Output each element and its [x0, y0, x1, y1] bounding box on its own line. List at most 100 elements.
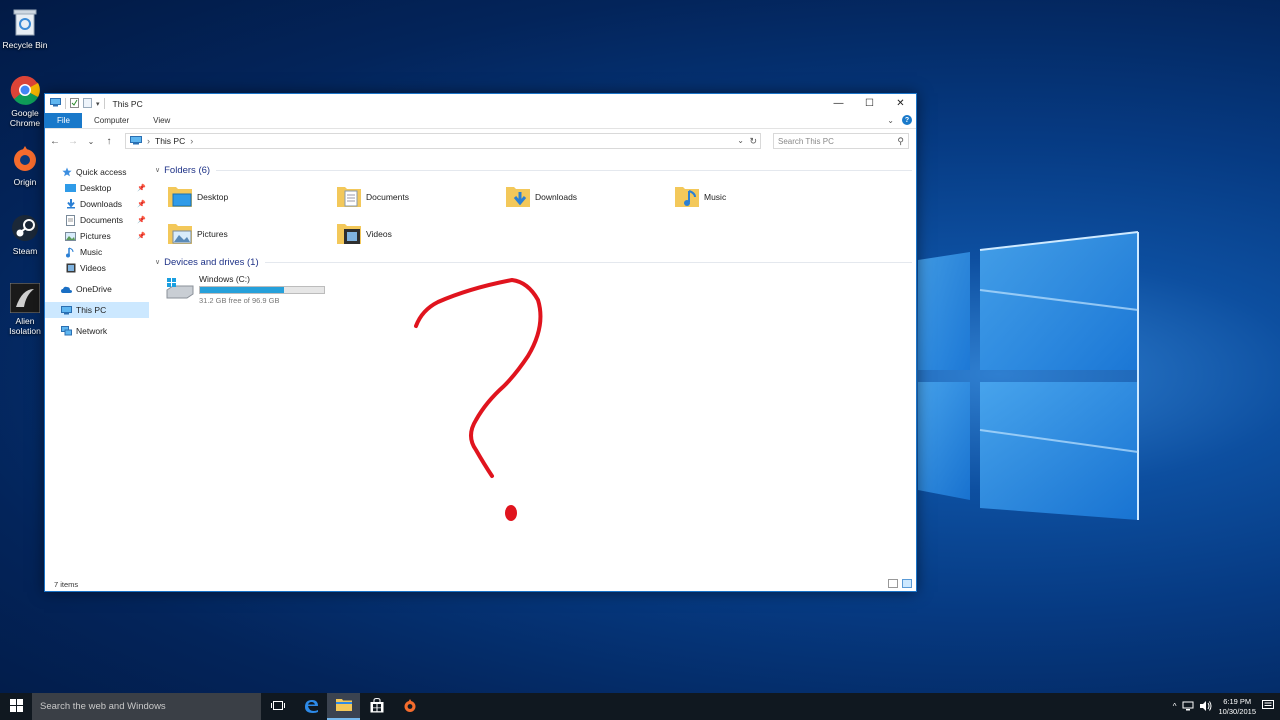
music-icon	[65, 247, 76, 258]
desktop-icon-label: Alien Isolation	[9, 316, 41, 336]
desktop-icon-recycle-bin[interactable]: Recycle Bin	[2, 6, 48, 50]
pin-icon: 📌	[137, 217, 146, 224]
star-icon	[61, 167, 72, 178]
show-hidden-icons-button[interactable]: ^	[1173, 702, 1177, 711]
expand-ribbon-icon[interactable]: ⌄	[887, 116, 894, 125]
music-folder-icon	[674, 183, 700, 211]
forward-button[interactable]: →	[67, 136, 79, 147]
wallpaper-windows-logo	[918, 231, 1139, 520]
sidebar-item-music[interactable]: Music	[45, 244, 149, 260]
maximize-button[interactable]: ☐	[854, 94, 885, 113]
taskbar: Search the web and Windows ^ 6:19 PM 10/…	[0, 693, 1280, 720]
taskbar-search-input[interactable]: Search the web and Windows	[32, 693, 261, 720]
folder-label: Documents	[366, 191, 409, 202]
up-button[interactable]: ↑	[103, 136, 115, 147]
nav-label: Quick access	[76, 167, 127, 177]
breadcrumb-separator[interactable]: ›	[147, 136, 150, 146]
sidebar-item-this-pc[interactable]: This PC	[45, 302, 149, 318]
drive-usage-bar	[199, 286, 325, 294]
chrome-icon	[9, 74, 41, 106]
folders-group-header[interactable]: ∨ Folders (6)	[155, 162, 916, 178]
folder-pictures[interactable]: Pictures	[167, 215, 336, 252]
properties-icon[interactable]	[70, 97, 79, 110]
edge-icon	[303, 698, 319, 716]
new-folder-icon[interactable]	[83, 97, 92, 110]
hard-drive-icon	[165, 274, 195, 302]
desktop-icon-label: Origin	[13, 177, 37, 187]
network-icon[interactable]	[1182, 701, 1194, 713]
file-explorer-window: ▾ This PC — ☐ ✕ File Computer View ⌄ ? ←…	[44, 93, 917, 592]
tab-view[interactable]: View	[141, 113, 182, 128]
folder-grid: Desktop Documents Downloads Music Pictur…	[155, 178, 916, 252]
title-bar[interactable]: ▾ This PC — ☐ ✕	[45, 94, 916, 113]
downloads-folder-icon	[505, 183, 531, 211]
tab-computer[interactable]: Computer	[82, 113, 141, 128]
customize-toolbar-icon[interactable]: ▾	[96, 100, 100, 108]
pictures-icon	[65, 231, 76, 242]
nav-label: Documents	[80, 215, 123, 225]
desktop-icon-label: Google Chrome	[9, 108, 41, 128]
desktop-icon-chrome[interactable]: Google Chrome	[2, 74, 48, 128]
breadcrumb-separator[interactable]: ›	[190, 136, 193, 146]
back-button[interactable]: ←	[49, 136, 61, 147]
close-button[interactable]: ✕	[885, 94, 916, 113]
folder-documents[interactable]: Documents	[336, 178, 505, 215]
recent-locations-button[interactable]: ⌄	[85, 137, 97, 146]
folder-label: Desktop	[197, 191, 229, 202]
tab-file[interactable]: File	[45, 113, 82, 128]
nav-label: This PC	[76, 305, 107, 315]
task-view-icon	[270, 700, 285, 713]
explorer-body: Quick access Desktop 📌 Downloads 📌 Docum…	[45, 154, 916, 577]
refresh-button[interactable]: ↻	[749, 136, 757, 147]
drive-free-space: 31.2 GB free of 96.9 GB	[199, 296, 280, 305]
nav-label: Music	[80, 247, 103, 257]
details-view-button[interactable]	[888, 579, 898, 588]
drive-windows-c[interactable]: Windows (C:) 31.2 GB free of 96.9 GB	[155, 274, 916, 305]
origin-icon	[9, 143, 41, 175]
sidebar-item-downloads[interactable]: Downloads 📌	[45, 196, 149, 212]
minimize-button[interactable]: —	[823, 94, 854, 113]
taskbar-file-explorer[interactable]	[327, 693, 360, 720]
folder-videos[interactable]: Videos	[336, 215, 505, 252]
help-icon[interactable]: ?	[902, 115, 912, 125]
taskbar-store[interactable]	[360, 693, 393, 720]
folder-downloads[interactable]: Downloads	[505, 178, 674, 215]
volume-icon[interactable]	[1200, 700, 1212, 713]
nav-label: OneDrive	[76, 284, 112, 294]
devices-group-header[interactable]: ∨ Devices and drives (1)	[155, 254, 916, 270]
drive-usage-fill	[200, 287, 285, 293]
large-icons-view-button[interactable]	[902, 579, 912, 588]
chevron-down-icon: ∨	[155, 167, 161, 174]
search-input[interactable]: Search This PC ⚲	[773, 133, 909, 149]
search-icon: ⚲	[897, 136, 904, 146]
navigation-pane: Quick access Desktop 📌 Downloads 📌 Docum…	[45, 154, 149, 577]
nav-quick-access[interactable]: Quick access	[45, 164, 149, 180]
address-bar[interactable]: › This PC › ⌄ ↻	[125, 133, 761, 149]
taskbar-edge[interactable]	[294, 693, 327, 720]
chevron-down-icon: ∨	[155, 259, 161, 266]
search-placeholder: Search This PC	[778, 136, 834, 146]
desktop-icon-alien-isolation[interactable]: Alien Isolation	[2, 282, 48, 336]
start-button[interactable]	[0, 693, 32, 720]
address-dropdown-button[interactable]: ⌄	[737, 136, 744, 145]
sidebar-item-documents[interactable]: Documents 📌	[45, 212, 149, 228]
desktop-icon-steam[interactable]: Steam	[2, 212, 48, 256]
pin-icon: 📌	[137, 201, 146, 208]
action-center-icon[interactable]	[1262, 700, 1274, 713]
sidebar-item-onedrive[interactable]: OneDrive	[45, 281, 149, 297]
desktop-icon-origin[interactable]: Origin	[2, 143, 48, 187]
sidebar-item-network[interactable]: Network	[45, 323, 149, 339]
pin-icon: 📌	[137, 233, 146, 240]
taskbar-clock[interactable]: 6:19 PM 10/30/2015	[1218, 697, 1256, 717]
folder-desktop[interactable]: Desktop	[167, 178, 336, 215]
taskbar-origin[interactable]	[393, 693, 426, 720]
sidebar-item-pictures[interactable]: Pictures 📌	[45, 228, 149, 244]
folder-music[interactable]: Music	[674, 178, 843, 215]
sidebar-item-videos[interactable]: Videos	[45, 260, 149, 276]
task-view-button[interactable]	[261, 693, 294, 720]
breadcrumb-this-pc[interactable]: This PC	[155, 136, 185, 146]
sidebar-item-desktop[interactable]: Desktop 📌	[45, 180, 149, 196]
windows-logo-icon	[9, 699, 23, 714]
network-icon	[61, 326, 72, 337]
store-bag-icon	[370, 697, 384, 715]
